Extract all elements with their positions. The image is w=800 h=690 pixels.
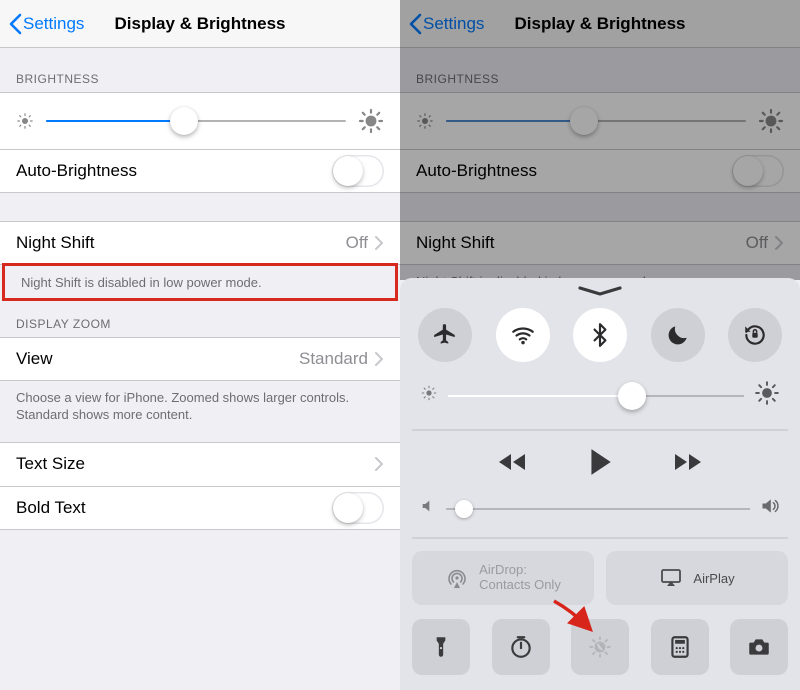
night-shift-note: Night Shift is disabled in low power mod… (5, 268, 395, 298)
airplay-icon (659, 566, 683, 590)
sun-high-icon (358, 108, 384, 134)
airdrop-icon (445, 566, 469, 590)
auto-brightness-toggle[interactable] (332, 155, 384, 187)
back-button[interactable]: Settings (408, 13, 484, 35)
wifi-icon (510, 322, 536, 348)
back-label: Settings (23, 14, 84, 34)
chevron-right-icon (374, 456, 384, 472)
bold-text-row: Bold Text (0, 486, 400, 530)
do-not-disturb-button[interactable] (651, 308, 705, 362)
text-size-label: Text Size (16, 454, 85, 474)
night-shift-value: Off (346, 233, 368, 253)
view-row[interactable]: View Standard (0, 337, 400, 381)
grabber-icon[interactable] (578, 286, 622, 296)
brightness-slider[interactable] (46, 107, 346, 135)
airplay-button[interactable]: AirPlay (606, 551, 788, 605)
auto-brightness-label: Auto-Brightness (16, 161, 137, 181)
control-center: AirDrop:Contacts Only AirPlay (400, 278, 800, 690)
sun-low-icon (416, 112, 434, 130)
forward-button[interactable] (673, 447, 703, 482)
calculator-button[interactable] (651, 619, 709, 675)
chevron-right-icon (774, 235, 784, 251)
airdrop-subtitle: Contacts Only (479, 578, 561, 593)
highlight-annotation: Night Shift is disabled in low power mod… (2, 263, 398, 301)
auto-brightness-label: Auto-Brightness (416, 161, 537, 181)
back-label: Settings (423, 14, 484, 34)
brightness-slider-row (400, 92, 800, 149)
cc-brightness-slider[interactable] (420, 380, 780, 411)
calculator-icon (667, 634, 693, 660)
airplay-label: AirPlay (693, 571, 734, 586)
chevron-left-icon (8, 13, 22, 35)
bluetooth-button[interactable] (573, 308, 627, 362)
play-icon (587, 447, 613, 477)
timer-button[interactable] (492, 619, 550, 675)
text-size-row[interactable]: Text Size (0, 442, 400, 486)
speaker-low-icon (420, 498, 436, 519)
section-header-brightness: BRIGHTNESS (400, 48, 800, 92)
section-header-brightness: BRIGHTNESS (0, 48, 400, 92)
rotation-lock-button[interactable] (728, 308, 782, 362)
brightness-slider[interactable] (446, 107, 746, 135)
night-shift-icon (587, 634, 613, 660)
section-header-display-zoom: DISPLAY ZOOM (0, 301, 400, 337)
zoom-note: Choose a view for iPhone. Zoomed shows l… (0, 381, 400, 434)
sun-low-icon (16, 112, 34, 130)
bold-text-label: Bold Text (16, 498, 86, 518)
brightness-slider-row (0, 92, 400, 149)
view-value: Standard (299, 349, 368, 369)
timer-icon (508, 634, 534, 660)
divider (412, 537, 788, 539)
night-shift-button[interactable] (571, 619, 629, 675)
night-shift-label: Night Shift (416, 233, 494, 253)
bluetooth-icon (587, 322, 613, 348)
divider (412, 429, 788, 431)
chevron-right-icon (374, 235, 384, 251)
airdrop-title: AirDrop: (479, 563, 561, 578)
wifi-button[interactable] (496, 308, 550, 362)
airplane-mode-button[interactable] (418, 308, 472, 362)
chevron-left-icon (408, 13, 422, 35)
nav-bar: Settings Display & Brightness (0, 0, 400, 48)
bold-text-toggle[interactable] (332, 492, 384, 524)
auto-brightness-toggle[interactable] (732, 155, 784, 187)
flashlight-button[interactable] (412, 619, 470, 675)
night-shift-value: Off (746, 233, 768, 253)
airplane-icon (432, 322, 458, 348)
sun-high-icon (754, 380, 780, 411)
auto-brightness-row: Auto-Brightness (400, 149, 800, 193)
rotation-lock-icon (742, 322, 768, 348)
play-button[interactable] (587, 447, 613, 482)
sun-high-icon (758, 108, 784, 134)
nav-bar: Settings Display & Brightness (400, 0, 800, 48)
speaker-high-icon (760, 496, 780, 521)
rewind-button[interactable] (497, 447, 527, 482)
camera-icon (746, 634, 772, 660)
back-button[interactable]: Settings (8, 13, 84, 35)
media-controls (412, 447, 788, 482)
night-shift-row[interactable]: Night Shift Off (400, 221, 800, 265)
night-shift-label: Night Shift (16, 233, 94, 253)
camera-button[interactable] (730, 619, 788, 675)
forward-icon (673, 447, 703, 477)
sun-low-icon (420, 384, 438, 407)
night-shift-row[interactable]: Night Shift Off (0, 221, 400, 265)
volume-slider[interactable] (420, 496, 780, 521)
moon-icon (665, 322, 691, 348)
view-label: View (16, 349, 53, 369)
flashlight-icon (428, 634, 454, 660)
rewind-icon (497, 447, 527, 477)
airdrop-button[interactable]: AirDrop:Contacts Only (412, 551, 594, 605)
auto-brightness-row: Auto-Brightness (0, 149, 400, 193)
chevron-right-icon (374, 351, 384, 367)
